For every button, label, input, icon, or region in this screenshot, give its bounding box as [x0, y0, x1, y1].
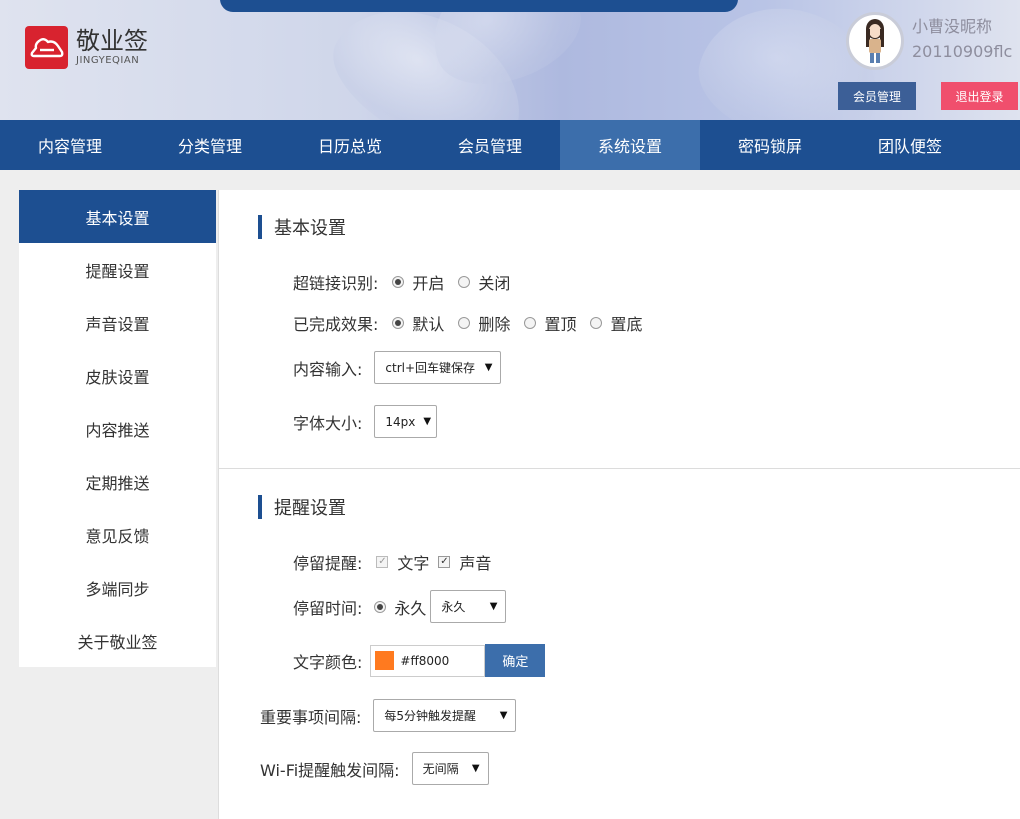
field-label: 重要事项间隔:	[260, 707, 362, 727]
radio-label: 默认	[412, 315, 445, 334]
text-color-row: 文字颜色: #ff8000 确定	[293, 644, 546, 677]
field-label: 停留提醒:	[293, 554, 363, 573]
done-bottom-radio[interactable]	[590, 317, 603, 329]
stay-time-row: 停留时间: 永久 永久 ▼	[293, 590, 507, 623]
field-label: 字体大小:	[293, 413, 363, 433]
section-reminder: 提醒设置	[258, 495, 346, 519]
checkbox-label: 文字	[397, 554, 430, 573]
logo-title: 敬业签	[76, 26, 148, 55]
radio-label: 开启	[412, 274, 445, 293]
content-input-select[interactable]: ctrl+回车键保存 ▼	[374, 351, 502, 384]
sidebar-item-skin[interactable]: 皮肤设置	[19, 349, 216, 402]
stay-time-radio[interactable]	[374, 600, 387, 613]
dropdown-arrow-icon: ▼	[489, 601, 498, 612]
field-label: 停留时间:	[293, 598, 363, 618]
settings-sidebar: 基本设置 提醒设置 声音设置 皮肤设置 内容推送 定期推送 意见反馈 多端同步 …	[19, 190, 216, 667]
field-label: 内容输入:	[293, 359, 363, 379]
stay-text-checkbox[interactable]: ✓	[376, 556, 389, 568]
dropdown-arrow-icon: ▼	[423, 416, 432, 427]
confirm-color-button[interactable]: 确定	[485, 644, 546, 677]
radio-label: 删除	[478, 315, 511, 334]
main-nav: 内容管理 分类管理 日历总览 会员管理 系统设置 密码锁屏 团队便签	[0, 120, 1020, 170]
logout-button[interactable]: 退出登录	[941, 82, 1018, 110]
sidebar-item-content-push[interactable]: 内容推送	[19, 402, 216, 455]
hyperlink-row: 超链接识别: 开启 关闭	[293, 270, 524, 294]
sidebar-item-about[interactable]: 关于敬业签	[19, 614, 216, 667]
nav-team-notes[interactable]: 团队便签	[840, 120, 980, 170]
text-color-input[interactable]: #ff8000	[370, 644, 486, 677]
font-size-select[interactable]: 14px ▼	[374, 405, 438, 438]
hyperlink-off-radio[interactable]	[458, 276, 471, 288]
wifi-interval-row: Wi-Fi提醒触发间隔: 无间隔 ▼	[260, 752, 489, 785]
sidebar-item-reminder[interactable]: 提醒设置	[19, 243, 216, 296]
field-label: 文字颜色:	[293, 652, 363, 672]
radio-label: 置顶	[544, 315, 577, 334]
important-interval-row: 重要事项间隔: 每5分钟触发提醒 ▼	[260, 699, 517, 732]
done-delete-radio[interactable]	[458, 317, 471, 329]
section-title: 基本设置	[274, 218, 346, 239]
select-value: 永久	[441, 600, 466, 614]
stay-reminder-row: 停留提醒: ✓ 文字 ✓ 声音	[293, 550, 505, 574]
select-value: ctrl+回车键保存	[385, 361, 476, 375]
important-interval-select[interactable]: 每5分钟触发提醒 ▼	[373, 699, 517, 732]
nav-calendar-overview[interactable]: 日历总览	[280, 120, 420, 170]
user-nickname: 小曹没昵称	[912, 17, 993, 36]
content-input-row: 内容输入: ctrl+回车键保存 ▼	[293, 351, 502, 384]
section-accent-bar	[258, 495, 262, 519]
dropdown-arrow-icon: ▼	[499, 710, 508, 721]
done-default-radio[interactable]	[392, 317, 405, 329]
wifi-interval-select[interactable]: 无间隔 ▼	[411, 752, 489, 785]
sidebar-item-sound[interactable]: 声音设置	[19, 296, 216, 349]
nav-category-management[interactable]: 分类管理	[140, 120, 280, 170]
sidebar-item-basic[interactable]: 基本设置	[19, 190, 216, 243]
done-effect-row: 已完成效果: 默认 删除 置顶 置底	[293, 311, 656, 335]
field-label: 超链接识别:	[293, 274, 379, 293]
sidebar-item-feedback[interactable]: 意见反馈	[19, 508, 216, 561]
settings-panel: 基本设置 超链接识别: 开启 关闭 已完成效果: 默认 删除 置顶 置底 内容输…	[218, 190, 1020, 819]
color-value: #ff8000	[400, 653, 450, 668]
field-label: Wi-Fi提醒触发间隔:	[260, 760, 400, 780]
select-value: 每5分钟触发提醒	[384, 709, 477, 723]
nav-content-management[interactable]: 内容管理	[0, 120, 140, 170]
section-divider	[219, 468, 1020, 469]
section-title: 提醒设置	[274, 498, 346, 519]
cloud-logo-icon	[25, 26, 68, 69]
radio-label: 关闭	[478, 274, 511, 293]
nav-member-management[interactable]: 会员管理	[420, 120, 560, 170]
done-top-radio[interactable]	[524, 317, 537, 329]
radio-label: 置底	[610, 315, 643, 334]
dropdown-arrow-icon: ▼	[484, 362, 493, 373]
select-value: 无间隔	[422, 762, 459, 776]
logo[interactable]: 敬业签 JINGYEQIAN	[25, 26, 148, 69]
dropdown-arrow-icon: ▼	[471, 763, 480, 774]
member-management-button[interactable]: 会员管理	[838, 82, 916, 110]
radio-label: 永久	[394, 598, 427, 618]
top-search-bar[interactable]	[220, 0, 738, 12]
stay-sound-checkbox[interactable]: ✓	[438, 556, 451, 568]
header-banner: 敬业签 JINGYEQIAN 小曹没昵称 20110909flc 会员管理 退出…	[0, 0, 1020, 120]
avatar[interactable]	[846, 12, 904, 70]
sidebar-item-scheduled-push[interactable]: 定期推送	[19, 455, 216, 508]
color-swatch[interactable]	[375, 651, 395, 670]
font-size-row: 字体大小: 14px ▼	[293, 405, 438, 438]
checkbox-label: 声音	[459, 554, 492, 573]
section-basic: 基本设置	[258, 215, 346, 239]
select-value: 14px	[385, 414, 416, 429]
nav-system-settings[interactable]: 系统设置	[560, 120, 700, 170]
stay-time-select[interactable]: 永久 ▼	[430, 590, 507, 623]
section-accent-bar	[258, 215, 262, 239]
nav-password-lock[interactable]: 密码锁屏	[700, 120, 840, 170]
hyperlink-on-radio[interactable]	[392, 276, 405, 288]
logo-subtitle: JINGYEQIAN	[76, 54, 140, 66]
sidebar-item-sync[interactable]: 多端同步	[19, 561, 216, 614]
field-label: 已完成效果:	[293, 315, 379, 334]
user-id: 20110909flc	[912, 42, 1013, 61]
